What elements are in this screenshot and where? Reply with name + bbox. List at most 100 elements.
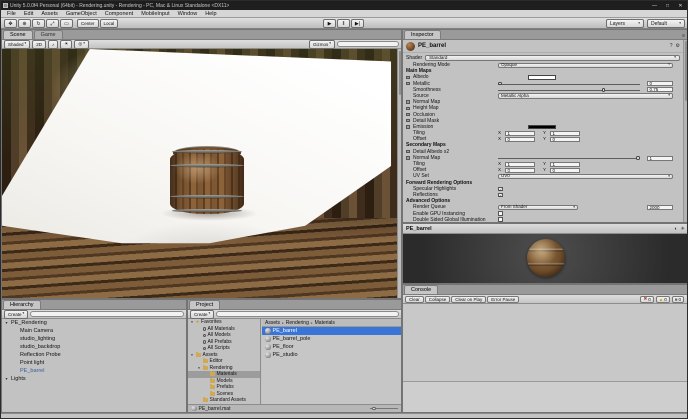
color-swatch[interactable]	[528, 124, 556, 130]
slider-track[interactable]	[498, 89, 640, 91]
panel-menu-icon[interactable]: ≡	[682, 33, 685, 39]
project-create-button[interactable]: Create ▾	[190, 309, 215, 319]
hierarchy-item-lights[interactable]: ▼ Lights	[2, 375, 186, 383]
expand-arrow[interactable]: ▼	[190, 320, 194, 324]
asset-item-pe-floor[interactable]: PE_floor	[262, 343, 401, 351]
render-queue-value[interactable]: 2000	[647, 205, 673, 210]
texture-slot[interactable]	[406, 156, 410, 160]
asset-item-pe-studio[interactable]: PE_studio	[262, 351, 401, 359]
gizmos-dropdown[interactable]: Gizmos ▾	[308, 39, 335, 49]
asset-item-pe-barrel-pole[interactable]: PE_barrel_pole	[262, 335, 401, 343]
scrollbar-thumb[interactable]	[684, 41, 687, 101]
slider-track[interactable]	[498, 83, 640, 85]
hand-tool[interactable]: ✥	[4, 19, 17, 28]
hierarchy-item-pe-barrel[interactable]: PE_barrel	[2, 367, 186, 375]
preview-shape-icon[interactable]: ◐	[674, 226, 677, 232]
y-value-field[interactable]: 0	[550, 136, 580, 142]
scrollbar-thumb[interactable]	[398, 51, 401, 95]
menu-item-gameobject[interactable]: GameObject	[62, 10, 101, 18]
pivot-toggle-button[interactable]: Center	[77, 19, 99, 28]
property-dropdown[interactable]: UV0 ▾	[498, 174, 673, 180]
console-clear-button[interactable]: Clear	[405, 295, 424, 303]
menu-item-help[interactable]: Help	[201, 10, 220, 18]
texture-slot[interactable]	[406, 75, 410, 80]
shading-mode-dropdown[interactable]: Shaded ▾	[4, 39, 31, 49]
hierarchy-item-pe-rendering[interactable]: ▼ PE_Rendering	[2, 319, 186, 327]
console-log-area[interactable]	[403, 304, 687, 382]
hierarchy-search-input[interactable]	[30, 310, 184, 318]
render-queue-dropdown[interactable]: From Shader ▾	[498, 205, 578, 210]
scene-search-input[interactable]	[337, 40, 399, 48]
x-value-field[interactable]: 1	[505, 161, 535, 167]
scale-tool[interactable]: ⤢	[46, 19, 59, 28]
preview-viewport[interactable]	[403, 234, 687, 283]
minimize-button[interactable]: —	[648, 2, 661, 10]
breadcrumb-item-rendering[interactable]: Rendering	[286, 320, 309, 326]
scene-vertical-scrollbar[interactable]	[397, 49, 401, 298]
error-count[interactable]: ✖ 0	[640, 295, 654, 303]
tab-project[interactable]: Project	[189, 300, 221, 309]
hierarchy-item-main-camera[interactable]: Main Camera	[2, 327, 186, 335]
shader-dropdown[interactable]: Standard ▾	[425, 54, 680, 61]
texture-slot[interactable]	[406, 81, 410, 86]
play-button[interactable]: ▶	[323, 19, 336, 28]
hierarchy-create-button[interactable]: Create ▾	[4, 309, 29, 319]
maximize-button[interactable]: □	[661, 2, 674, 10]
scene-effects-dropdown[interactable]: ◎ ▾	[74, 39, 90, 49]
move-tool[interactable]: ⊕	[18, 19, 31, 28]
x-value-field[interactable]: 1	[505, 130, 535, 136]
menu-item-mobileinput[interactable]: MobileInput	[137, 10, 173, 18]
rect-tool[interactable]: ▭	[60, 19, 73, 28]
property-dropdown[interactable]: Opaque ▾	[498, 62, 673, 68]
slider-value[interactable]: 1	[647, 155, 673, 161]
tab-hierarchy[interactable]: Hierarchy	[3, 300, 41, 309]
preview-header[interactable]: PE_barrel ◐ ☀	[403, 224, 687, 234]
layout-dropdown[interactable]: Default ▾	[647, 19, 685, 28]
scene-viewport[interactable]	[2, 49, 401, 298]
console-collapse-button[interactable]: Collapse	[424, 295, 451, 303]
scene-audio-toggle[interactable]: ♪	[48, 39, 59, 49]
x-value-field[interactable]: 0	[505, 136, 535, 142]
tab-inspector[interactable]: Inspector	[404, 30, 441, 39]
x-value-field[interactable]: 0	[505, 167, 535, 173]
texture-slot[interactable]	[406, 112, 410, 117]
console-clear-on-play-button[interactable]: Clear on Play	[451, 295, 487, 303]
checkbox[interactable]	[498, 211, 503, 216]
gear-icon[interactable]: ⚙	[676, 43, 680, 49]
hierarchy-item-studio-lighting[interactable]: studio_lighting	[2, 335, 186, 343]
expand-arrow[interactable]: ▼	[190, 353, 194, 357]
warning-count[interactable]: ▲ 0	[655, 295, 670, 303]
tree-item-standard-assets[interactable]: Standard Assets	[188, 397, 260, 404]
checkbox[interactable]	[498, 217, 503, 222]
thumbnail-zoom-slider[interactable]	[370, 406, 398, 410]
texture-slot[interactable]	[406, 125, 410, 129]
expand-arrow[interactable]: ▼	[197, 366, 201, 370]
menu-item-component[interactable]: Component	[101, 10, 137, 18]
breadcrumb-item-materials[interactable]: Materials	[315, 320, 335, 326]
slider-track[interactable]	[498, 157, 640, 159]
menu-item-file[interactable]: File	[3, 10, 20, 18]
checkbox[interactable]: ✓	[498, 192, 503, 198]
slider-thumb[interactable]	[636, 156, 640, 160]
expand-arrow[interactable]: ▼	[4, 321, 9, 325]
log-count[interactable]: ■ 0	[671, 295, 684, 303]
barrel-model[interactable]	[170, 146, 244, 214]
scene-lighting-toggle[interactable]: ☀	[60, 39, 73, 49]
property-dropdown[interactable]: Metallic Alpha ▾	[498, 93, 673, 99]
layers-dropdown[interactable]: Layers ▾	[606, 19, 644, 28]
project-search-input[interactable]	[216, 310, 399, 318]
menu-item-edit[interactable]: Edit	[20, 10, 37, 18]
slider-value[interactable]: 0	[647, 81, 673, 87]
step-button[interactable]: ▶|	[351, 19, 364, 28]
tab-game[interactable]: Game	[33, 30, 63, 39]
2d-toggle-button[interactable]: 2D	[32, 39, 47, 49]
checkbox[interactable]: ✓	[498, 186, 503, 192]
texture-slot[interactable]	[406, 100, 410, 104]
menu-item-window[interactable]: Window	[174, 10, 202, 18]
help-icon[interactable]: ?	[670, 43, 673, 49]
slider-thumb[interactable]	[498, 81, 502, 86]
texture-slot[interactable]	[406, 118, 410, 123]
y-value-field[interactable]: 1	[550, 161, 580, 167]
hierarchy-item-reflection-probe[interactable]: Reflection Probe	[2, 351, 186, 359]
color-swatch[interactable]	[528, 75, 556, 80]
